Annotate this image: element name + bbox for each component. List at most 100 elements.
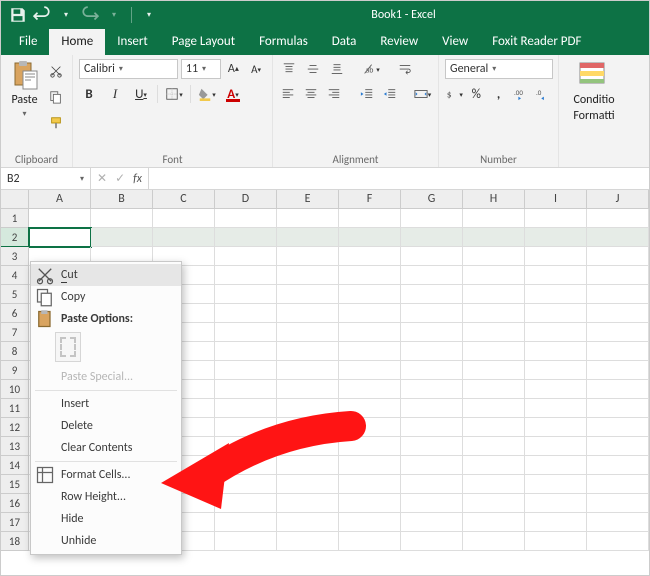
row-header[interactable]: 9 — [1, 361, 29, 380]
cell[interactable] — [525, 437, 587, 456]
menu-copy[interactable]: Copy — [31, 286, 181, 308]
cell[interactable] — [215, 228, 277, 247]
cell[interactable] — [463, 494, 525, 513]
font-name-combo[interactable]: Calibri▾ — [79, 59, 178, 79]
cell[interactable] — [525, 361, 587, 380]
cell[interactable] — [339, 304, 401, 323]
cell[interactable] — [463, 399, 525, 418]
tab-review[interactable]: Review — [368, 29, 430, 55]
cell[interactable] — [525, 247, 587, 266]
menu-format-cells[interactable]: Format Cells... — [31, 464, 181, 486]
cell[interactable] — [401, 494, 463, 513]
cell[interactable] — [339, 266, 401, 285]
cell[interactable] — [215, 513, 277, 532]
row-header[interactable]: 16 — [1, 494, 29, 513]
cell[interactable] — [525, 342, 587, 361]
menu-cut[interactable]: Cut — [31, 264, 181, 286]
cell[interactable] — [29, 209, 91, 228]
cell[interactable] — [525, 266, 587, 285]
align-right-icon[interactable] — [325, 84, 344, 104]
fx-icon[interactable]: fx — [133, 172, 142, 186]
cell[interactable] — [153, 209, 215, 228]
cell[interactable] — [587, 285, 649, 304]
bold-button[interactable]: B — [79, 84, 99, 104]
cell[interactable] — [587, 399, 649, 418]
cell[interactable] — [277, 456, 339, 475]
orientation-icon[interactable]: ab▾ — [361, 59, 381, 79]
percent-format-icon[interactable]: % — [467, 84, 485, 104]
cell[interactable] — [587, 437, 649, 456]
row-header[interactable]: 8 — [1, 342, 29, 361]
cell[interactable] — [401, 304, 463, 323]
cell[interactable] — [401, 209, 463, 228]
cell[interactable] — [215, 342, 277, 361]
cell[interactable] — [339, 532, 401, 551]
cell[interactable] — [401, 532, 463, 551]
cell[interactable] — [277, 342, 339, 361]
menu-clear-contents[interactable]: Clear Contents — [31, 437, 181, 459]
cell[interactable] — [339, 437, 401, 456]
cell[interactable] — [587, 266, 649, 285]
cell[interactable] — [215, 380, 277, 399]
cell[interactable] — [339, 494, 401, 513]
menu-unhide[interactable]: Unhide — [31, 530, 181, 552]
underline-button[interactable]: U▾ — [131, 84, 151, 104]
cell[interactable] — [463, 456, 525, 475]
italic-button[interactable]: I — [105, 84, 125, 104]
font-size-combo[interactable]: 11▾ — [181, 59, 221, 79]
cell[interactable] — [401, 342, 463, 361]
align-center-icon[interactable] — [302, 84, 321, 104]
cell[interactable] — [277, 513, 339, 532]
cell[interactable] — [215, 399, 277, 418]
cell[interactable] — [587, 475, 649, 494]
cell[interactable] — [91, 209, 153, 228]
increase-font-icon[interactable]: A▴ — [224, 59, 244, 79]
tab-insert[interactable]: Insert — [105, 29, 160, 55]
cut-icon[interactable] — [46, 61, 66, 81]
cell[interactable] — [587, 513, 649, 532]
row-header[interactable]: 14 — [1, 456, 29, 475]
align-left-icon[interactable] — [279, 84, 298, 104]
cell[interactable] — [463, 513, 525, 532]
cell[interactable] — [463, 209, 525, 228]
col-header-B[interactable]: B — [91, 190, 153, 209]
tab-home[interactable]: Home — [49, 29, 105, 55]
decrease-indent-icon[interactable] — [358, 84, 377, 104]
col-header-I[interactable]: I — [525, 190, 587, 209]
row-header[interactable]: 18 — [1, 532, 29, 551]
align-middle-icon[interactable] — [303, 59, 323, 79]
cell[interactable] — [463, 323, 525, 342]
cell[interactable] — [587, 380, 649, 399]
tab-formulas[interactable]: Formulas — [247, 29, 320, 55]
cell[interactable] — [525, 304, 587, 323]
cell[interactable] — [277, 361, 339, 380]
cell[interactable] — [339, 342, 401, 361]
fill-color-button[interactable]: ▾ — [197, 84, 217, 104]
increase-indent-icon[interactable] — [380, 84, 399, 104]
row-header[interactable]: 6 — [1, 304, 29, 323]
row-header[interactable]: 12 — [1, 418, 29, 437]
cell[interactable] — [339, 418, 401, 437]
cell[interactable] — [401, 266, 463, 285]
row-header[interactable]: 15 — [1, 475, 29, 494]
menu-hide[interactable]: Hide — [31, 508, 181, 530]
row-header[interactable]: 2 — [1, 228, 29, 247]
cell[interactable] — [277, 228, 339, 247]
cell[interactable] — [463, 304, 525, 323]
row-header[interactable]: 5 — [1, 285, 29, 304]
cell[interactable] — [525, 285, 587, 304]
tab-foxit[interactable]: Foxit Reader PDF — [480, 29, 593, 55]
cell[interactable] — [339, 380, 401, 399]
cell[interactable] — [277, 475, 339, 494]
col-header-A[interactable]: A — [29, 190, 91, 209]
cell[interactable] — [463, 437, 525, 456]
cell[interactable] — [401, 437, 463, 456]
tab-data[interactable]: Data — [320, 29, 369, 55]
cell[interactable] — [401, 228, 463, 247]
cell[interactable] — [277, 209, 339, 228]
formula-input[interactable] — [149, 168, 649, 189]
cell[interactable] — [587, 342, 649, 361]
cell[interactable] — [401, 285, 463, 304]
paste-button[interactable]: Paste ▾ — [7, 59, 42, 119]
name-box[interactable]: B2▾ — [1, 168, 91, 189]
